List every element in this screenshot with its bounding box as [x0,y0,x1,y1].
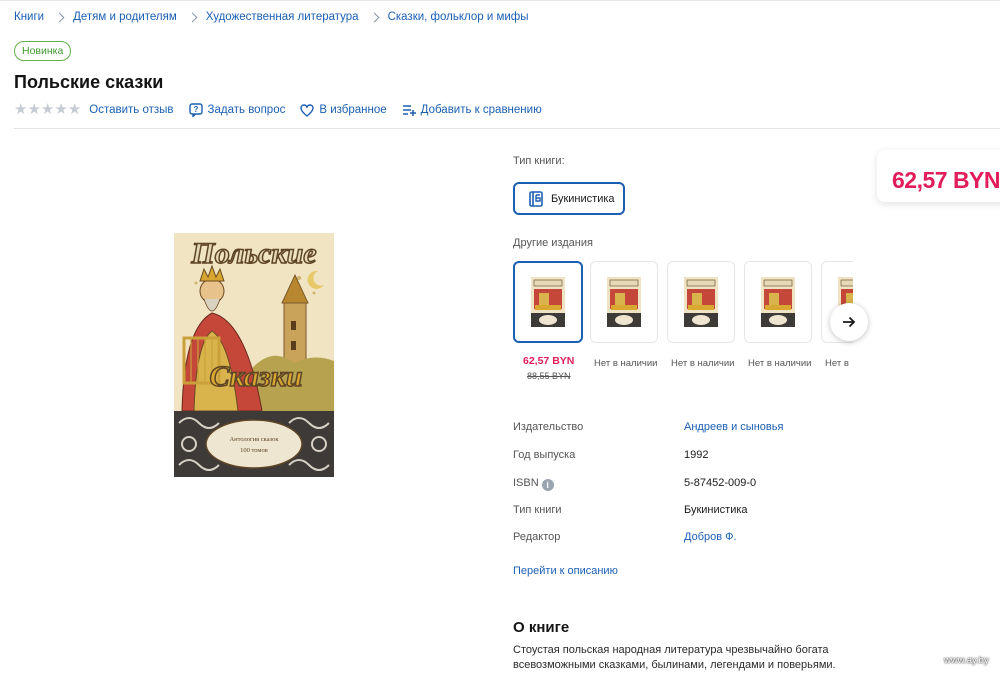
book-type-option-button[interactable]: Букинистика [513,182,625,215]
edition-card[interactable] [667,261,735,343]
add-to-compare-button[interactable]: Добавить к сравнению [402,104,542,116]
compare-label: Добавить к сравнению [420,104,542,116]
edition-card-selected[interactable] [513,261,583,343]
other-editions-label: Другие издания [513,237,593,249]
edition-status: Нет в [825,358,849,369]
breadcrumb-item-fairy-tales[interactable]: Сказки, фольклор и мифы [388,11,529,23]
edition-status: Нет в наличии [671,358,735,369]
cover-series-sub: 100 томов [240,447,268,454]
rating-stars[interactable]: ★ ★ ★ ★ ★ [14,102,81,117]
star-icon[interactable]: ★ [68,102,81,117]
question-bubble-icon: ? [188,103,203,117]
go-to-description-link[interactable]: Перейти к описанию [513,565,618,577]
star-icon[interactable]: ★ [41,102,54,117]
book-type-option-label: Букинистика [551,192,615,205]
edition-cover-thumbnail [761,277,795,327]
book-type-label: Тип книги: [513,155,565,167]
property-key: ISBN [513,477,539,489]
about-text-line: Стоустая польская народная литература чр… [513,644,829,656]
new-badge: Новинка [14,41,72,61]
carousel-next-button[interactable] [830,303,868,341]
property-key: Год выпуска [513,449,576,461]
book-icon [529,190,543,207]
svg-text:?: ? [193,105,198,114]
breadcrumb: Книги Детям и родителям Художественная л… [14,11,529,23]
edition-cover-thumbnail [684,277,718,327]
question-label: Задать вопрос [207,104,286,116]
property-key-isbn: ISBN i [513,477,554,491]
other-editions-carousel: 62,57 BYN 88,55 BYN Нет в наличии Нет в … [513,261,853,381]
ask-question-button[interactable]: ? Задать вопрос [188,103,286,117]
edition-status: Нет в наличии [594,358,658,369]
about-text-line: всевозможными сказками, былинами, легенд… [513,659,836,671]
star-icon[interactable]: ★ [27,102,40,117]
heart-icon [300,103,315,117]
breadcrumb-item-fiction[interactable]: Художественная литература [206,11,359,23]
chevron-right-icon [187,12,198,22]
property-value: Букинистика [684,504,748,516]
arrow-right-icon [843,316,856,328]
publisher-link[interactable]: Андреев и сыновья [684,421,783,433]
add-to-favorites-button[interactable]: В избранное [300,103,387,117]
page-title: Польские сказки [14,72,164,92]
compare-list-icon [402,105,416,116]
property-value: 5-87452-009-0 [684,477,757,489]
watermark: www.ay.by [944,655,989,666]
edition-price: 62,57 BYN [523,355,575,367]
price: 62,57 BYN [892,167,1000,193]
editor-link[interactable]: Добров Ф. [684,531,737,543]
cover-series: Антология сказок [229,436,279,443]
edition-status: Нет в наличии [748,358,812,369]
leave-review-link[interactable]: Оставить отзыв [89,104,173,116]
star-icon[interactable]: ★ [54,102,67,117]
about-heading: О книге [513,619,570,636]
header-divider [14,128,1000,129]
breadcrumb-item-books[interactable]: Книги [14,11,44,23]
chevron-right-icon [54,12,65,22]
edition-cover-thumbnail [531,277,565,327]
info-icon[interactable]: i [541,479,554,491]
favorite-label: В избранное [319,104,387,116]
property-key: Редактор [513,531,561,543]
star-icon[interactable]: ★ [14,102,27,117]
cover-title-top: Польские [190,237,316,270]
top-divider [0,0,1000,1]
edition-cover-thumbnail [607,277,641,327]
book-cover-image[interactable]: Польские Сказки Антология сказок 100 том… [174,233,334,477]
chevron-right-icon [369,12,380,22]
edition-old-price: 88,55 BYN [527,371,571,381]
edition-card[interactable] [590,261,658,343]
property-value: 1992 [684,449,709,461]
property-key: Издательство [513,421,584,433]
cover-title-bottom: Сказки [209,360,302,393]
property-key: Тип книги [513,504,562,516]
product-actions: ★ ★ ★ ★ ★ Оставить отзыв ? Задать вопрос… [14,102,557,117]
review-label: Оставить отзыв [89,104,174,116]
edition-card[interactable] [744,261,812,343]
about-text: Стоустая польская народная литература чр… [513,643,853,673]
breadcrumb-item-kids[interactable]: Детям и родителям [73,11,177,23]
